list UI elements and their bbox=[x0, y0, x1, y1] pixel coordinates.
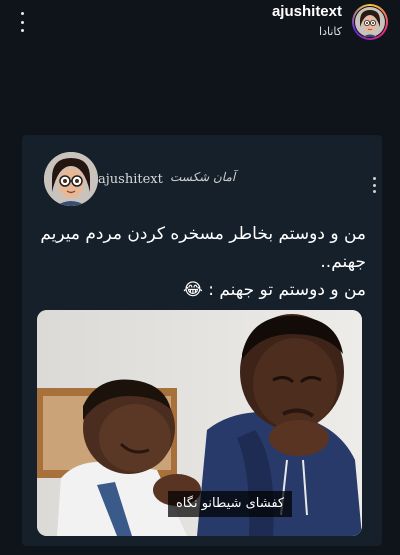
post-avatar[interactable] bbox=[44, 152, 98, 206]
avatar-cartoon-icon bbox=[44, 152, 98, 206]
tweet-line-2: جهنم.. bbox=[320, 252, 366, 272]
post-username[interactable]: ajushitext bbox=[98, 172, 163, 187]
header-avatar[interactable] bbox=[352, 4, 388, 40]
avatar-cartoon-icon bbox=[355, 7, 385, 37]
bottom-divider bbox=[0, 546, 400, 555]
header-location[interactable]: کانادا bbox=[319, 25, 342, 38]
post-more-options-icon[interactable] bbox=[372, 177, 376, 193]
image-caption: کفشای شیطانو نگاه bbox=[168, 491, 293, 517]
post-header: ajushitext کانادا bbox=[0, 0, 400, 48]
tweet-line-1: من و دوستم بخاطر مسخره کردن مردم میریم bbox=[40, 224, 366, 244]
header-username[interactable]: ajushitext bbox=[272, 3, 342, 20]
post-signature: آمان شکست bbox=[170, 170, 236, 184]
tweet-line-3: من و دوستم تو جهنم : 😂 bbox=[182, 280, 366, 300]
more-options-icon[interactable] bbox=[14, 12, 30, 32]
tweet-text: من و دوستم بخاطر مسخره کردن مردم میریم ج… bbox=[36, 220, 366, 304]
